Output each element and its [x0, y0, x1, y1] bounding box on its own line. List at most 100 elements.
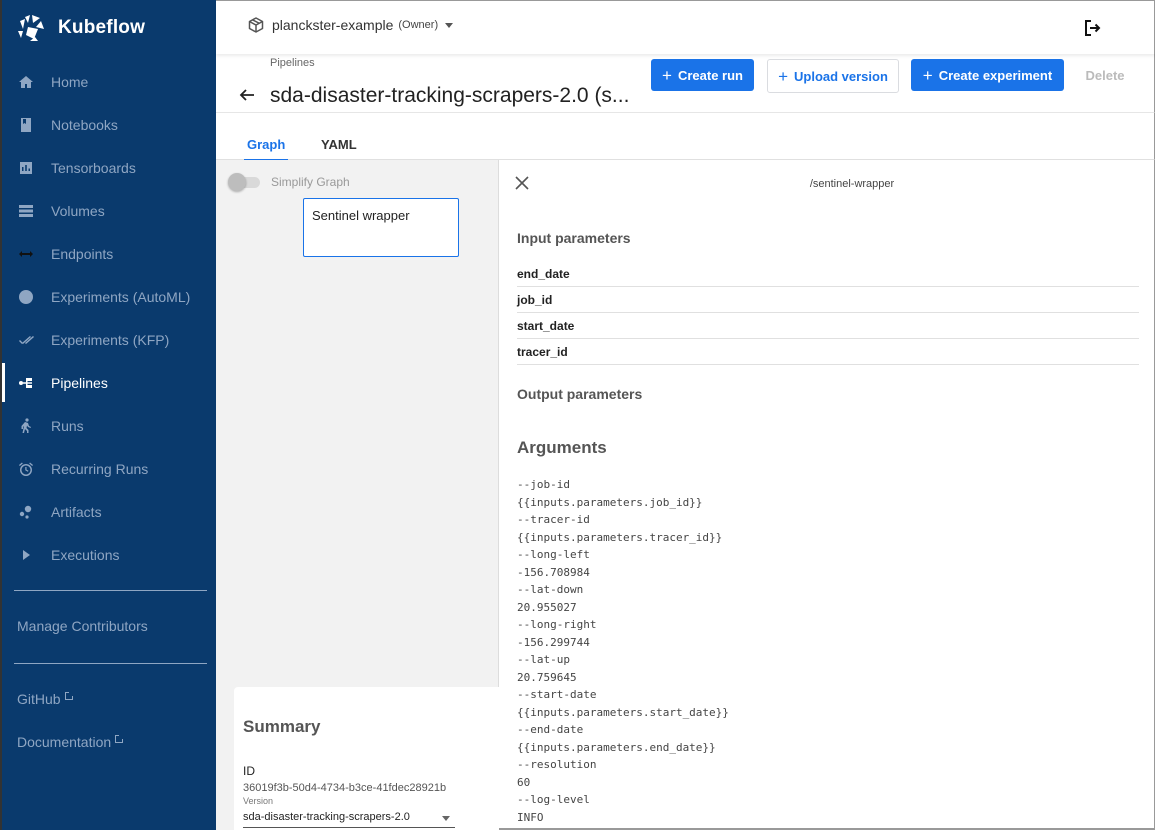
- create-run-label: Create run: [677, 67, 743, 83]
- argument-line: --tracer-id: [517, 513, 590, 526]
- create-run-button[interactable]: + Create run: [651, 59, 754, 91]
- argument-line: --log-level: [517, 793, 590, 806]
- alarm-icon: [16, 459, 36, 479]
- input-parameters-title: Input parameters: [517, 230, 631, 246]
- argument-line: 20.955027: [517, 600, 577, 614]
- external-link-icon: [64, 692, 73, 700]
- node-path: /sentinel-wrapper: [809, 178, 895, 190]
- plus-icon: +: [922, 65, 933, 85]
- brand-name: Kubeflow: [58, 17, 146, 38]
- breadcrumb-pipelines[interactable]: Pipelines: [270, 57, 315, 69]
- argument-line: 60: [517, 775, 531, 789]
- argument-line: {{inputs.parameters.start_date}}: [517, 705, 729, 719]
- sidebar-item-volumes[interactable]: Volumes: [2, 189, 216, 232]
- output-parameters-title: Output parameters: [517, 386, 643, 402]
- kubeflow-logo-icon: [18, 15, 44, 41]
- sidebar-item-executions[interactable]: Executions: [2, 533, 216, 576]
- sidebar-item-label: Volumes: [51, 202, 105, 219]
- sidebar-item-label: Notebooks: [51, 116, 118, 133]
- sidebar-nav: Home Notebooks Tensorboards Volumes Endp…: [2, 60, 216, 576]
- summary-title: Summary: [243, 717, 321, 736]
- sidebar: Kubeflow Home Notebooks Tensorboards Vol…: [0, 0, 216, 830]
- sidebar-item-label: Tensorboards: [51, 159, 136, 176]
- simplify-graph-label: Simplify Graph: [271, 175, 350, 189]
- argument-line: {{inputs.parameters.tracer_id}}: [517, 530, 723, 544]
- automl-icon: [16, 287, 36, 307]
- create-experiment-button[interactable]: + Create experiment: [911, 59, 1064, 91]
- argument-line: {{inputs.parameters.job_id}}: [517, 495, 703, 509]
- graph-panel: Simplify Graph Sentinel wrapper Summary …: [216, 160, 499, 830]
- kfp-icon: [16, 330, 36, 350]
- input-parameters-list: end_date job_id start_date tracer_id: [517, 261, 1139, 365]
- argument-line: -156.299744: [517, 635, 590, 649]
- documentation-label: Documentation: [17, 734, 112, 750]
- documentation-link[interactable]: Documentation: [17, 734, 124, 750]
- upload-version-label: Upload version: [794, 68, 888, 84]
- summary-version-label: Version: [243, 796, 274, 806]
- runs-icon: [16, 416, 36, 436]
- delete-button[interactable]: Delete: [1076, 59, 1134, 91]
- endpoints-icon: [16, 244, 36, 264]
- sidebar-item-recurring-runs[interactable]: Recurring Runs: [2, 447, 216, 490]
- namespace-name: planckster-example: [272, 17, 394, 33]
- github-label: GitHub: [17, 691, 61, 707]
- tab-yaml[interactable]: YAML: [321, 137, 357, 152]
- argument-line: --job-id: [517, 478, 570, 491]
- argument-line: -156.708984: [517, 565, 590, 579]
- upload-version-button[interactable]: + Upload version: [767, 59, 899, 93]
- github-link[interactable]: GitHub: [17, 691, 73, 707]
- logout-icon[interactable]: [1082, 17, 1104, 39]
- input-parameter-row: end_date: [517, 261, 1139, 287]
- sidebar-item-artifacts[interactable]: Artifacts: [2, 490, 216, 533]
- top-bar: planckster-example (Owner): [216, 0, 1155, 54]
- notebook-icon: [16, 115, 36, 135]
- cube-icon: [248, 17, 264, 33]
- argument-line: INFO: [517, 810, 544, 824]
- chevron-down-icon: [445, 22, 454, 28]
- input-parameter-row: start_date: [517, 313, 1139, 339]
- sidebar-item-notebooks[interactable]: Notebooks: [2, 103, 216, 146]
- sidebar-item-endpoints[interactable]: Endpoints: [2, 232, 216, 275]
- page-header: Pipelines sda-disaster-tracking-scrapers…: [216, 54, 1155, 113]
- sidebar-item-label: Experiments (KFP): [51, 331, 170, 348]
- argument-line: --end-date: [517, 723, 584, 736]
- namespace-role: (Owner): [398, 19, 439, 31]
- sidebar-item-experiments-automl[interactable]: Experiments (AutoML): [2, 275, 216, 318]
- play-icon: [16, 545, 36, 565]
- sidebar-item-label: Executions: [51, 546, 120, 563]
- tabs: Graph YAML: [216, 113, 1155, 161]
- sidebar-item-experiments-kfp[interactable]: Experiments (KFP): [2, 318, 216, 361]
- home-icon: [16, 72, 36, 92]
- sidebar-item-tensorboards[interactable]: Tensorboards: [2, 146, 216, 189]
- sidebar-item-label: Recurring Runs: [51, 460, 149, 477]
- sidebar-item-pipelines[interactable]: Pipelines: [2, 361, 216, 404]
- graph-node-sentinel-wrapper[interactable]: Sentinel wrapper: [303, 198, 459, 257]
- external-link-icon: [115, 735, 124, 743]
- argument-line: --lat-up: [517, 653, 570, 666]
- node-details-panel: /sentinel-wrapper Input parameters end_d…: [499, 160, 1155, 830]
- simplify-graph-toggle[interactable]: [228, 173, 260, 191]
- summary-id-value: 36019f3b-50d4-4734-b3ce-41fdec28921b: [243, 782, 447, 794]
- sidebar-item-label: Pipelines: [51, 374, 108, 391]
- argument-line: --resolution: [517, 758, 597, 771]
- version-select[interactable]: sda-disaster-tracking-scrapers-2.0: [243, 811, 455, 828]
- toggle-thumb: [228, 173, 246, 191]
- namespace-selector[interactable]: planckster-example (Owner): [248, 17, 454, 33]
- manage-contributors-link[interactable]: Manage Contributors: [17, 618, 148, 634]
- arguments-list: --job-id {{inputs.parameters.job_id}} --…: [517, 476, 729, 826]
- plus-icon: +: [778, 66, 788, 86]
- argument-line: --long-left: [517, 548, 590, 561]
- sidebar-divider: [14, 663, 207, 664]
- page-title: sda-disaster-tracking-scrapers-2.0 (s...: [270, 84, 630, 107]
- tab-graph[interactable]: Graph: [243, 137, 289, 161]
- sidebar-item-label: Runs: [51, 417, 84, 434]
- brand[interactable]: Kubeflow: [16, 12, 145, 44]
- sidebar-item-label: Artifacts: [51, 503, 102, 520]
- sidebar-item-runs[interactable]: Runs: [2, 404, 216, 447]
- sidebar-item-home[interactable]: Home: [2, 60, 216, 103]
- tensorboard-icon: [16, 158, 36, 178]
- summary-id-label: ID: [243, 764, 255, 778]
- argument-line: --long-right: [517, 618, 597, 631]
- argument-line: --start-date: [517, 688, 597, 701]
- back-arrow-icon[interactable]: [238, 86, 256, 104]
